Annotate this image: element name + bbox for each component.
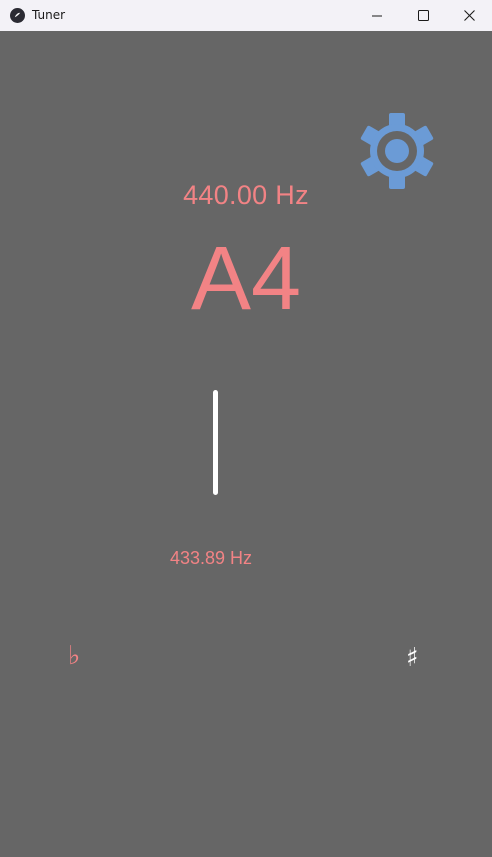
minimize-icon	[372, 15, 382, 16]
detected-frequency: 433.89 Hz	[170, 548, 253, 568]
note-name: A4	[190, 229, 302, 329]
kivy-logo-icon	[10, 8, 25, 23]
minimize-button[interactable]	[354, 0, 400, 31]
flat-indicator: ♭	[68, 641, 81, 671]
tuner-window: Tuner 440.00 Hz A4 433.89 Hz ♭ ♯	[0, 0, 492, 857]
maximize-icon	[417, 10, 429, 21]
window-title: Tuner	[32, 8, 66, 22]
settings-button[interactable]	[358, 112, 436, 190]
tuner-panel: 440.00 Hz A4 433.89 Hz ♭ ♯	[0, 31, 492, 857]
sharp-indicator: ♯	[406, 643, 419, 673]
close-button[interactable]	[446, 0, 492, 31]
target-frequency: 440.00 Hz	[183, 180, 309, 210]
close-icon	[463, 10, 475, 21]
maximize-button[interactable]	[400, 0, 446, 31]
gear-icon	[360, 113, 434, 189]
tuning-needle	[213, 390, 218, 495]
title-bar[interactable]: Tuner	[0, 0, 492, 31]
